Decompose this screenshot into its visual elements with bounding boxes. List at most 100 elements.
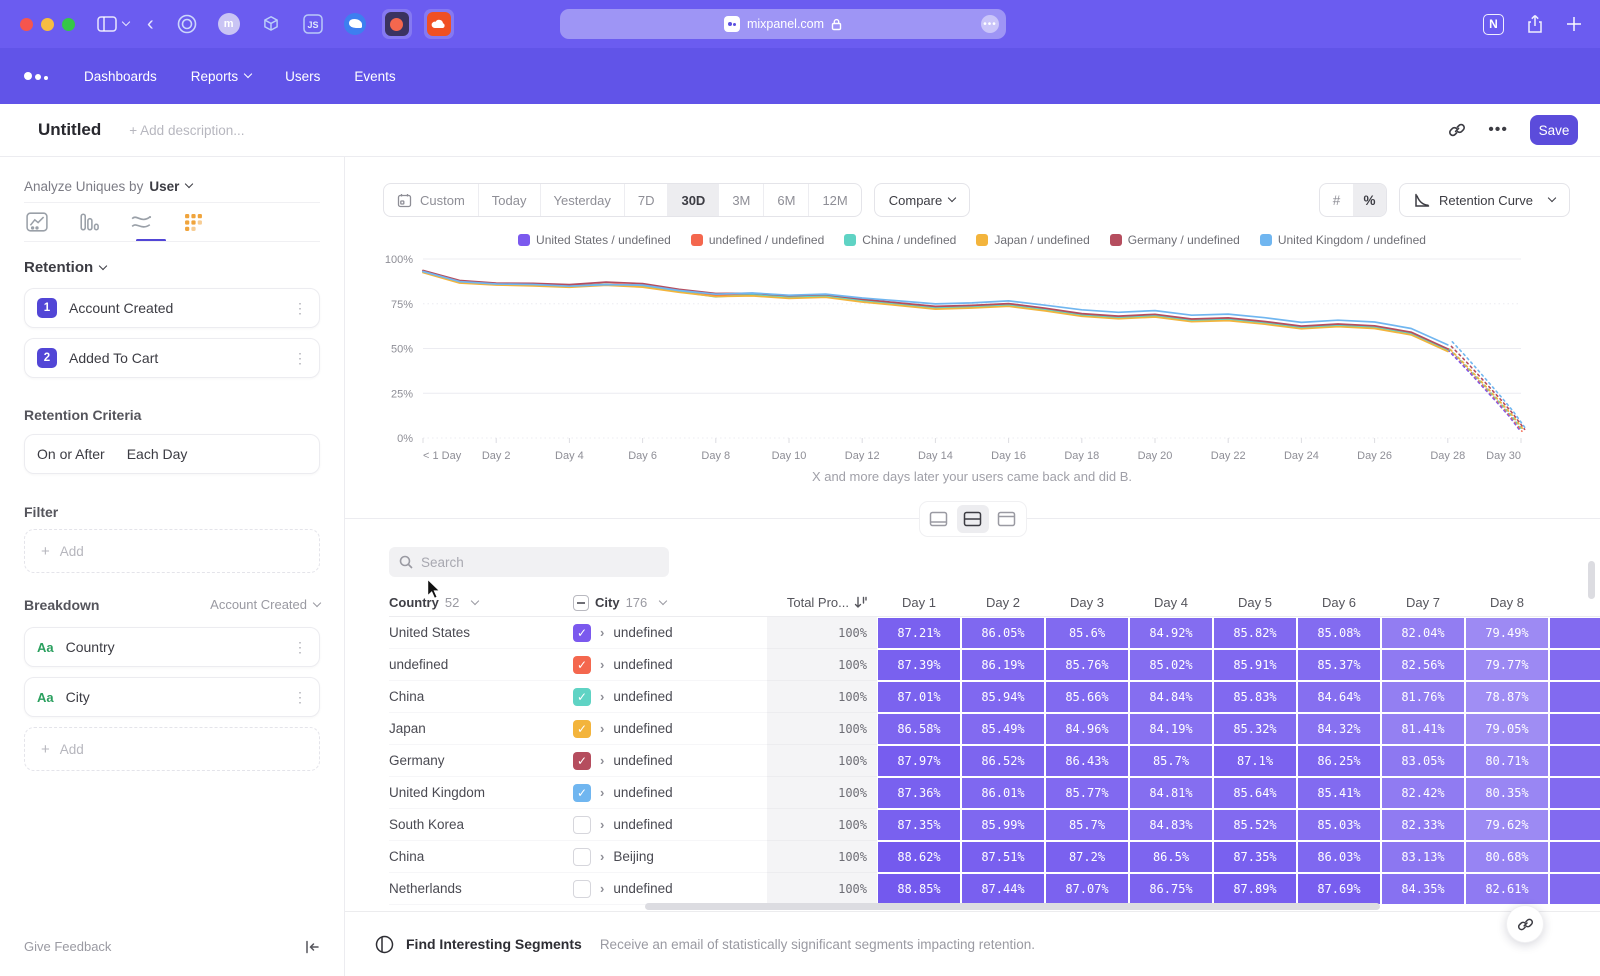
retention-cell[interactable]: 84.83% [1130, 810, 1212, 840]
range-12m[interactable]: 12M [808, 184, 860, 216]
breakdown-card-city[interactable]: Aa City ⋮ [24, 677, 320, 717]
notion-extension-icon[interactable]: N [1483, 14, 1504, 35]
retention-chart[interactable]: 100%75%50%25%0%< 1 DayDay 2Day 4Day 6Day… [345, 253, 1600, 465]
find-segments-button[interactable]: Find Interesting Segments [375, 935, 582, 954]
retention-cell[interactable]: 81.41% [1382, 714, 1464, 744]
retention-cell[interactable]: 81.76% [1382, 682, 1464, 712]
retention-cell[interactable]: 86.19% [962, 650, 1044, 680]
ext-bird-icon[interactable] [340, 9, 370, 39]
nav-item-users[interactable]: Users [285, 69, 320, 84]
nav-item-dashboards[interactable]: Dashboards [84, 69, 157, 84]
analyze-uniques-row[interactable]: Analyze Uniques by User [24, 171, 320, 201]
add-filter-button[interactable]: + Add [24, 529, 320, 573]
day-column-header[interactable]: Day 4 [1129, 595, 1213, 610]
city-column-header[interactable]: City 176 [573, 595, 767, 611]
zoom-window-button[interactable] [62, 18, 75, 31]
share-icon[interactable] [1526, 14, 1544, 34]
retention-cell[interactable]: 87.35% [1214, 842, 1296, 872]
ext-producthunt-icon[interactable] [382, 9, 412, 39]
day-column-header[interactable]: Day 1 [877, 595, 961, 610]
tab-retention[interactable] [180, 213, 206, 232]
close-window-button[interactable] [20, 18, 33, 31]
legend-item[interactable]: undefined / undefined [691, 233, 824, 247]
table-only-view-button[interactable] [991, 505, 1023, 533]
retention-cell[interactable]: 85.6% [1046, 618, 1128, 648]
retention-cell[interactable]: 85.08% [1298, 618, 1380, 648]
range-30d[interactable]: 30D [667, 184, 718, 216]
retention-cell[interactable]: 87.35% [878, 810, 960, 840]
country-column-header[interactable]: Country 52 [389, 595, 573, 610]
range-6m[interactable]: 6M [763, 184, 808, 216]
expand-chevron-icon[interactable]: › [600, 817, 604, 832]
retention-cell[interactable]: 82.04% [1382, 618, 1464, 648]
retention-cell[interactable]: 79.77% [1466, 650, 1548, 680]
retention-cell[interactable]: 85.82% [1214, 618, 1296, 648]
retention-cell[interactable]: 87.21% [878, 618, 960, 648]
breakdown-card-country[interactable]: Aa Country ⋮ [24, 627, 320, 667]
retention-cell[interactable]: 86.03% [1298, 842, 1380, 872]
retention-cell[interactable]: 85.49% [962, 714, 1044, 744]
browser-sidebar-icon[interactable] [97, 16, 117, 32]
retention-cell[interactable]: 78.87% [1466, 682, 1548, 712]
ext-cloud-icon[interactable] [424, 9, 454, 39]
copy-link-icon[interactable] [1448, 121, 1466, 139]
row-checkbox[interactable]: ✓ [573, 688, 591, 706]
back-button[interactable]: ‹ [147, 13, 154, 36]
breakdown-event-dropdown[interactable]: Account Created [210, 597, 320, 612]
retention-cell[interactable]: 87.97% [878, 746, 960, 776]
retention-cell[interactable]: 79.49% [1466, 618, 1548, 648]
range-yesterday[interactable]: Yesterday [540, 184, 624, 216]
horizontal-scrollbar[interactable] [645, 903, 1380, 910]
retention-cell[interactable]: 85.32% [1214, 714, 1296, 744]
add-breakdown-button[interactable]: + Add [24, 727, 320, 771]
retention-cell[interactable]: 80.35% [1466, 778, 1548, 808]
retention-cell[interactable]: 86.01% [962, 778, 1044, 808]
retention-cell[interactable]: 86.58% [878, 714, 960, 744]
range-3m[interactable]: 3M [718, 184, 763, 216]
expand-chevron-icon[interactable]: › [600, 689, 604, 704]
retention-cell[interactable]: 85.83% [1214, 682, 1296, 712]
split-view-button[interactable] [957, 505, 989, 533]
row-checkbox[interactable]: ✓ [573, 720, 591, 738]
unit-count-button[interactable]: # [1320, 184, 1353, 216]
retention-cell[interactable]: 85.94% [962, 682, 1044, 712]
chart-only-view-button[interactable] [923, 505, 955, 533]
retention-cell[interactable]: 87.69% [1298, 874, 1380, 904]
retention-cell[interactable]: 86.75% [1130, 874, 1212, 904]
row-checkbox[interactable] [573, 880, 591, 898]
retention-cell[interactable]: 79.05% [1466, 714, 1548, 744]
retention-cell[interactable]: 85.66% [1046, 682, 1128, 712]
retention-cell[interactable]: 83.13% [1382, 842, 1464, 872]
day-column-header[interactable]: Day 6 [1297, 595, 1381, 610]
row-checkbox[interactable] [573, 848, 591, 866]
retention-cell[interactable]: 85.64% [1214, 778, 1296, 808]
compare-button[interactable]: Compare [874, 183, 970, 217]
retention-cell[interactable]: 85.37% [1298, 650, 1380, 680]
address-bar[interactable]: mixpanel.com ••• [560, 9, 1006, 39]
criteria-mode[interactable]: On or After [37, 446, 105, 462]
report-title[interactable]: Untitled [38, 120, 101, 140]
retention-cell[interactable]: 85.03% [1298, 810, 1380, 840]
day-column-header[interactable]: Day 8 [1465, 595, 1549, 610]
retention-cell[interactable]: 85.99% [962, 810, 1044, 840]
retention-cell[interactable]: 82.56% [1382, 650, 1464, 680]
give-feedback-link[interactable]: Give Feedback [24, 939, 111, 954]
floating-share-button[interactable] [1506, 905, 1544, 943]
retention-cell[interactable]: 79.62% [1466, 810, 1548, 840]
page-settings-icon[interactable]: ••• [981, 15, 999, 33]
kebab-menu-icon[interactable]: ⋮ [293, 639, 307, 656]
expand-chevron-icon[interactable]: › [600, 753, 604, 768]
expand-chevron-icon[interactable]: › [600, 785, 604, 800]
retention-cell[interactable]: 82.61% [1466, 874, 1548, 904]
retention-cell[interactable]: 86.5% [1130, 842, 1212, 872]
retention-cell[interactable]: 87.44% [962, 874, 1044, 904]
ext-js-icon[interactable]: JS [298, 9, 328, 39]
row-checkbox[interactable]: ✓ [573, 624, 591, 642]
tab-insights[interactable] [24, 212, 50, 232]
kebab-menu-icon[interactable]: ⋮ [293, 300, 307, 317]
tab-flows[interactable] [128, 213, 154, 231]
legend-item[interactable]: Germany / undefined [1110, 233, 1240, 247]
retention-cell[interactable]: 87.89% [1214, 874, 1296, 904]
collapse-sidebar-icon[interactable] [305, 940, 320, 954]
total-column-header[interactable]: Total Pro... [767, 595, 877, 610]
